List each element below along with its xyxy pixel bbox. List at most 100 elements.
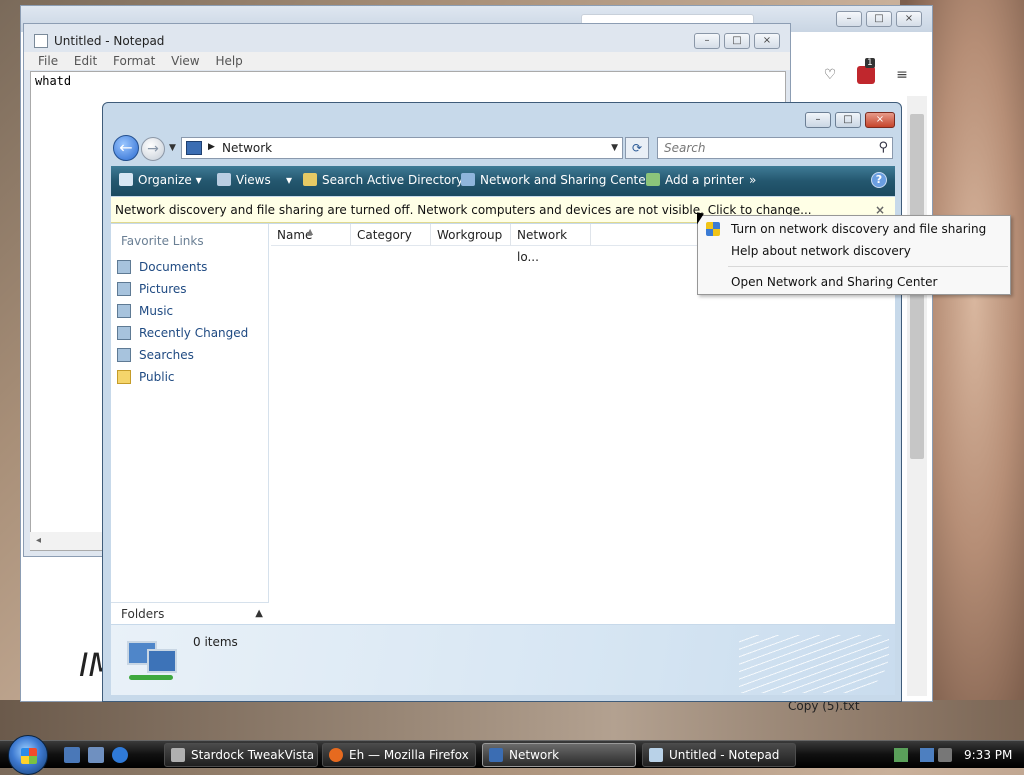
show-desktop-icon[interactable] bbox=[64, 747, 80, 763]
notepad-maximize-button[interactable]: □ bbox=[724, 33, 750, 49]
favorite-pictures[interactable]: Pictures bbox=[117, 280, 248, 302]
details-pane: 0 items bbox=[111, 625, 895, 695]
music-icon bbox=[117, 304, 131, 318]
documents-icon bbox=[117, 260, 131, 274]
network-sharing-center-button[interactable]: Network and Sharing Center bbox=[461, 173, 651, 187]
column-header-workgroup[interactable]: Workgroup bbox=[431, 224, 511, 246]
forward-arrow-icon[interactable]: → bbox=[141, 137, 165, 161]
help-icon[interactable]: ? bbox=[871, 172, 887, 188]
printer-icon bbox=[646, 173, 660, 186]
network-icon bbox=[186, 141, 202, 155]
task-firefox[interactable]: Eh — Mozilla Firefox bbox=[322, 743, 476, 767]
views-icon bbox=[217, 173, 231, 186]
command-bar: Organize ▾ Views ▾ Search Active Directo… bbox=[111, 166, 895, 196]
search-active-directory-button[interactable]: Search Active Directory bbox=[303, 173, 463, 187]
taskbar: Stardock TweakVista Eh — Mozilla Firefox… bbox=[0, 735, 1024, 775]
notepad-menubar: File Edit Format View Help bbox=[24, 52, 790, 70]
directory-icon bbox=[303, 173, 317, 186]
item-count: 0 items bbox=[193, 635, 238, 649]
explorer-maximize-button[interactable]: □ bbox=[835, 112, 861, 128]
internet-explorer-icon[interactable] bbox=[112, 747, 128, 763]
search-box[interactable]: Search ⚲ bbox=[657, 137, 893, 159]
folders-toggle[interactable]: Folders ▲ bbox=[111, 602, 269, 624]
notepad-icon bbox=[34, 34, 48, 48]
task-network[interactable]: Network bbox=[482, 743, 636, 767]
sort-arrow-icon: ▲ bbox=[307, 227, 314, 236]
explorer-titlebar bbox=[103, 103, 901, 133]
searches-icon bbox=[117, 348, 131, 362]
mouse-cursor-icon bbox=[697, 212, 704, 226]
menu-format[interactable]: Format bbox=[113, 52, 155, 70]
column-header-name[interactable]: Name ▲ bbox=[271, 224, 351, 246]
organize-icon bbox=[119, 173, 133, 186]
address-dropdown-icon[interactable]: ▼ bbox=[611, 143, 618, 153]
menu-separator bbox=[728, 266, 1008, 267]
task-notepad[interactable]: Untitled - Notepad bbox=[642, 743, 796, 767]
menu-help[interactable]: Help bbox=[215, 52, 242, 70]
desktop-background-strip bbox=[0, 700, 1024, 740]
start-button[interactable] bbox=[8, 735, 48, 775]
favorite-links-list: Documents Pictures Music Recently Change… bbox=[117, 258, 248, 390]
network-large-icon bbox=[127, 639, 179, 685]
volume-muted-icon[interactable] bbox=[938, 748, 952, 762]
notepad-icon bbox=[649, 748, 663, 762]
folder-icon bbox=[117, 370, 131, 384]
back-arrow-icon[interactable]: ← bbox=[113, 135, 139, 161]
favorite-public[interactable]: Public bbox=[117, 368, 248, 390]
navigation-pane: Favorite Links Documents Pictures Music … bbox=[111, 224, 269, 624]
windows-logo-icon bbox=[21, 748, 37, 764]
pocket-icon[interactable]: ♡ bbox=[821, 66, 839, 84]
uac-shield-icon bbox=[706, 222, 720, 236]
refresh-icon[interactable]: ⟳ bbox=[625, 137, 649, 159]
menu-file[interactable]: File bbox=[38, 52, 58, 70]
views-button[interactable]: Views ▾ bbox=[217, 173, 292, 187]
menu-help-discovery[interactable]: Help about network discovery bbox=[698, 240, 1010, 262]
infobar-context-menu: Turn on network discovery and file shari… bbox=[697, 215, 1011, 295]
search-icon[interactable]: ⚲ bbox=[878, 140, 888, 155]
hamburger-menu-icon[interactable]: ≡ bbox=[893, 66, 911, 84]
recently-changed-icon bbox=[117, 326, 131, 340]
switch-windows-icon[interactable] bbox=[88, 747, 104, 763]
network-tray-icon[interactable] bbox=[920, 748, 934, 762]
menu-turn-on-discovery[interactable]: Turn on network discovery and file shari… bbox=[698, 218, 1010, 240]
notepad-minimize-button[interactable]: – bbox=[694, 33, 720, 49]
explorer-close-button[interactable]: × bbox=[865, 112, 895, 128]
ublock-icon[interactable]: 1 bbox=[857, 58, 875, 84]
ublock-badge: 1 bbox=[865, 58, 875, 68]
tray-app-icon[interactable] bbox=[894, 748, 908, 762]
firefox-maximize-button[interactable]: □ bbox=[866, 11, 892, 27]
notepad-close-button[interactable]: × bbox=[754, 33, 780, 49]
task-stardock-tweakvista[interactable]: Stardock TweakVista bbox=[164, 743, 318, 767]
breadcrumb-network[interactable]: Network bbox=[222, 141, 272, 155]
favorite-searches[interactable]: Searches bbox=[117, 346, 248, 368]
breadcrumb-chevron-icon[interactable]: ▶ bbox=[208, 142, 215, 152]
history-dropdown-icon[interactable]: ▼ bbox=[169, 143, 176, 153]
firefox-minimize-button[interactable]: – bbox=[836, 11, 862, 27]
tweakvista-icon bbox=[171, 748, 185, 762]
menu-open-sharing-center[interactable]: Open Network and Sharing Center bbox=[698, 271, 1010, 293]
firefox-close-button[interactable]: × bbox=[896, 11, 922, 27]
column-header-category[interactable]: Category bbox=[351, 224, 431, 246]
clock[interactable]: 9:33 PM bbox=[964, 741, 1012, 769]
column-header-network-location[interactable]: Network lo... bbox=[511, 224, 591, 264]
pictures-icon bbox=[117, 282, 131, 296]
explorer-minimize-button[interactable]: – bbox=[805, 112, 831, 128]
more-commands-button[interactable]: » bbox=[749, 173, 756, 187]
menu-edit[interactable]: Edit bbox=[74, 52, 97, 70]
favorite-recently-changed[interactable]: Recently Changed bbox=[117, 324, 248, 346]
notepad-hscrollbar[interactable]: ◂ bbox=[30, 532, 110, 550]
firefox-scrollbar[interactable] bbox=[907, 96, 927, 696]
decorative-swoosh bbox=[739, 635, 889, 693]
notepad-title: Untitled - Notepad bbox=[54, 34, 165, 48]
add-printer-button[interactable]: Add a printer bbox=[646, 173, 744, 187]
search-placeholder: Search bbox=[664, 141, 706, 155]
address-bar[interactable]: ▶ Network ▼ bbox=[181, 137, 623, 159]
firefox-icon bbox=[329, 748, 343, 762]
favorite-documents[interactable]: Documents bbox=[117, 258, 248, 280]
organize-button[interactable]: Organize ▾ bbox=[119, 173, 202, 187]
menu-view[interactable]: View bbox=[171, 52, 199, 70]
favorite-music[interactable]: Music bbox=[117, 302, 248, 324]
network-center-icon bbox=[461, 173, 475, 186]
network-explorer-window: – □ × ← → ▼ ▶ Network ▼ ⟳ Search ⚲ Organ… bbox=[102, 102, 902, 702]
chevron-up-icon[interactable]: ▲ bbox=[255, 603, 263, 625]
